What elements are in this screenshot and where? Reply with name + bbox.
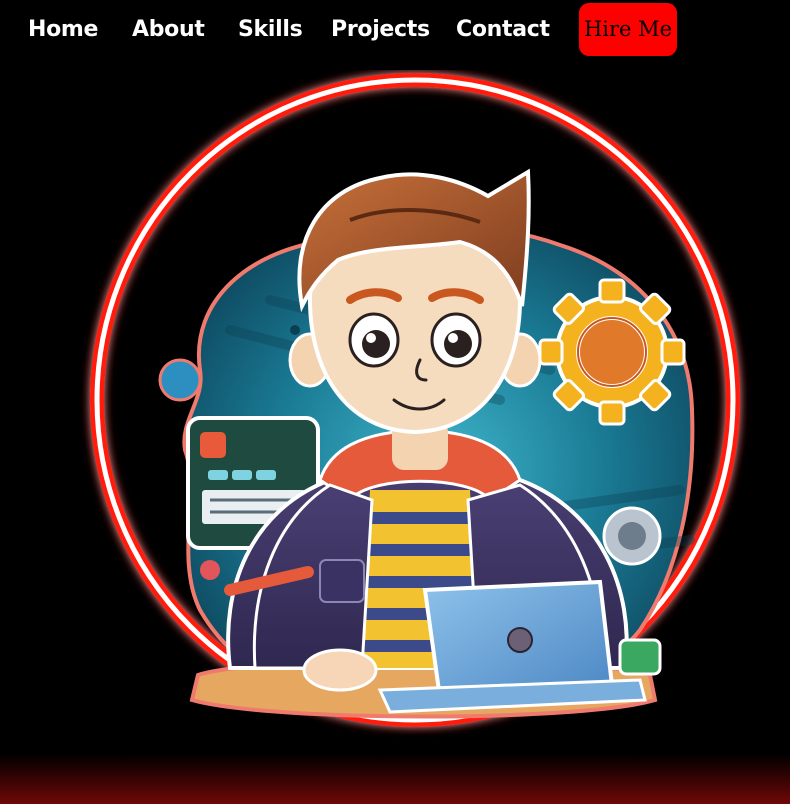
- hire-me-button[interactable]: Hire Me: [579, 3, 677, 56]
- hand: [302, 648, 378, 692]
- small-gear-icon: [602, 506, 662, 566]
- nav-skills-link[interactable]: Skills: [238, 14, 303, 46]
- portfolio-page: Home About Skills Projects Contact Hire …: [0, 0, 790, 804]
- nav-contact-link[interactable]: Contact: [456, 14, 550, 46]
- developer-avatar-illustration: [90, 73, 740, 727]
- mug-icon: [618, 638, 662, 676]
- hero-avatar-image: [80, 70, 760, 760]
- nav-about-link[interactable]: About: [132, 14, 205, 46]
- main-nav: Home About Skills Projects Contact Hire …: [0, 0, 790, 62]
- nav-home-link[interactable]: Home: [28, 14, 98, 46]
- gear-icon: [538, 278, 686, 426]
- nav-projects-link[interactable]: Projects: [331, 14, 430, 46]
- bottom-glow: [0, 754, 790, 804]
